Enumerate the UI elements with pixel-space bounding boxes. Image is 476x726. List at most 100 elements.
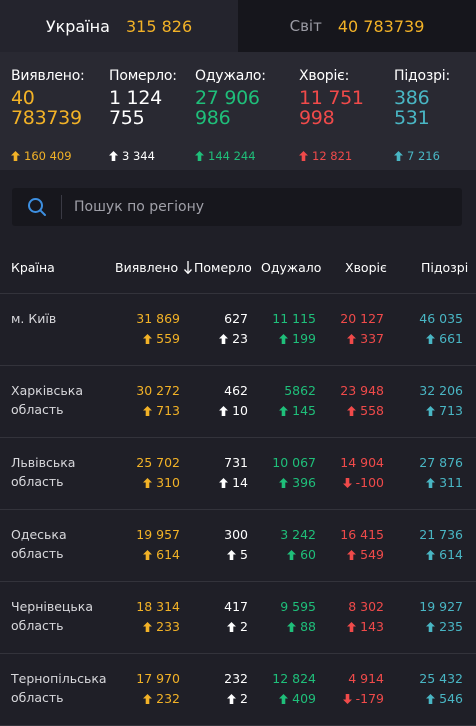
cell-sick: 4 914 (348, 671, 384, 686)
cell-detected-delta-value: 614 (156, 547, 180, 562)
cell-recovered-delta-value: 60 (300, 547, 316, 562)
cell-died: 417 (224, 599, 248, 614)
header-detected[interactable]: Виявлено (115, 260, 193, 275)
tab-world[interactable]: Світ 40 783739 (238, 0, 476, 52)
cell-detected-delta: 310 (143, 475, 180, 490)
header-country[interactable]: Країна (11, 260, 55, 275)
cell-detected-delta: 713 (143, 403, 180, 418)
header-recovered[interactable]: Одужало (261, 260, 321, 275)
cell-died-delta-value: 2 (240, 691, 248, 706)
summary-sick-value-line1: 11 751 (299, 87, 364, 109)
tab-ukraine-label: Україна (45, 16, 110, 36)
table-row[interactable]: Одеська область 19 957 614 300 5 3 242 60 16 41… (0, 510, 476, 582)
summary-sick-delta: 12 821 (299, 149, 352, 163)
arrow-up-icon (426, 621, 436, 632)
arrow-up-icon (227, 693, 237, 704)
cell-recovered: 5862 (284, 383, 316, 398)
region-search-bar[interactable]: Пошук по регіону (12, 188, 462, 226)
tab-ukraine-count: 315 826 (125, 16, 193, 36)
table-row[interactable]: Тернопільська область 17 970 232 232 2 12 824… (0, 654, 476, 726)
cell-detected: 17 970 (136, 671, 180, 686)
cell-recovered-delta-value: 199 (292, 331, 316, 346)
summary-detected-value-line2: 783739 (11, 107, 82, 129)
search-icon[interactable] (12, 195, 62, 219)
cell-suspected-delta: 235 (426, 619, 463, 634)
cell-sick-delta: 549 (347, 547, 384, 562)
region-name: м. Київ (11, 311, 57, 326)
cell-detected-delta-value: 310 (156, 475, 180, 490)
arrow-up-icon (287, 549, 297, 560)
summary-detected-label: Виявлено: (11, 68, 85, 84)
cell-died-delta: 23 (219, 331, 248, 346)
region-name: Тернопільська область (11, 671, 107, 705)
cell-suspected-delta-value: 546 (439, 691, 463, 706)
arrow-up-icon (279, 405, 289, 416)
arrow-down-icon (342, 477, 352, 488)
cell-died-delta: 5 (227, 547, 248, 562)
cell-sick: 16 415 (340, 527, 384, 542)
cell-suspected-delta-value: 235 (439, 619, 463, 634)
header-died[interactable]: Померло (194, 260, 252, 275)
summary-died-delta-value: 3 344 (122, 149, 155, 163)
header-suspected[interactable]: Підозрі (421, 260, 468, 275)
summary-detected-value-line1: 40 (11, 87, 35, 109)
tab-world-count: 40 783739 (337, 16, 425, 36)
cell-recovered: 12 824 (272, 671, 316, 686)
arrow-up-icon (143, 405, 153, 416)
cell-detected-delta-value: 559 (156, 331, 180, 346)
summary-detected: Виявлено: 40 783739 160 409 (11, 68, 85, 163)
tab-ukraine[interactable]: Україна 315 826 (0, 0, 238, 52)
table-row[interactable]: Харківська область 30 272 713 462 10 5862 145 2… (0, 366, 476, 438)
summary-recovered-delta-value: 144 244 (208, 149, 256, 163)
arrow-up-icon (347, 621, 357, 632)
arrow-up-icon (227, 549, 237, 560)
cell-recovered: 11 115 (272, 311, 316, 326)
arrow-up-icon (219, 333, 229, 344)
arrow-up-icon (426, 693, 436, 704)
cell-suspected-delta: 311 (426, 475, 463, 490)
summary-suspected-value-line1: 386 (394, 87, 430, 109)
cell-suspected: 27 876 (419, 455, 463, 470)
cell-sick-delta-value: -100 (355, 475, 384, 490)
cell-recovered-delta: 396 (279, 475, 316, 490)
arrow-up-icon (227, 621, 237, 632)
table-header: Країна Виявлено Померло Одужало Хворіє П… (0, 226, 476, 294)
arrow-up-icon (426, 333, 436, 344)
arrow-up-icon (279, 333, 289, 344)
summary-sick-value-line2: 998 (299, 107, 335, 129)
arrow-up-icon (279, 477, 289, 488)
cell-died-delta-value: 10 (232, 403, 248, 418)
summary-suspected-value-line2: 531 (394, 107, 430, 129)
table-body: м. Київ 31 869 559 627 23 11 115 199 20 127 337 4… (0, 294, 476, 726)
table-row[interactable]: Чернівецька область 18 314 233 417 2 9 595 88 8… (0, 582, 476, 654)
cell-detected-delta: 559 (143, 331, 180, 346)
cell-detected-delta-value: 233 (156, 619, 180, 634)
arrow-up-icon (11, 151, 20, 161)
header-sick[interactable]: Хворіє (345, 260, 387, 275)
table-row[interactable]: Львівська область 25 702 310 731 14 10 067 396… (0, 438, 476, 510)
cell-sick-delta-value: -179 (355, 691, 384, 706)
cell-died-delta-value: 2 (240, 619, 248, 634)
arrow-up-icon (109, 151, 118, 161)
summary-sick: Хворіє: 11 751 998 12 821 (299, 68, 364, 163)
search-input[interactable]: Пошук по регіону (62, 199, 462, 215)
cell-died: 232 (224, 671, 248, 686)
table-row[interactable]: м. Київ 31 869 559 627 23 11 115 199 20 127 337 4… (0, 294, 476, 366)
region-name: Харківська область (11, 383, 83, 417)
cell-died: 627 (224, 311, 248, 326)
summary-recovered-value-line2: 986 (195, 107, 231, 129)
arrow-up-icon (219, 477, 229, 488)
cell-detected-delta: 232 (143, 691, 180, 706)
arrow-up-icon (219, 405, 229, 416)
cell-suspected-delta-value: 311 (439, 475, 463, 490)
summary-recovered-label: Одужало: (195, 68, 266, 84)
summary-died: Померло: 1 124 755 3 344 (109, 68, 177, 163)
summary-suspected: Підозрі: 386 531 7 216 (394, 68, 450, 163)
cell-suspected-delta-value: 713 (439, 403, 463, 418)
cell-recovered-delta-value: 409 (292, 691, 316, 706)
cell-sick: 20 127 (340, 311, 384, 326)
summary-died-delta: 3 344 (109, 149, 155, 163)
summary-detected-delta: 160 409 (11, 149, 72, 163)
region-name: Чернівецька область (11, 599, 93, 633)
arrow-up-icon (299, 151, 308, 161)
